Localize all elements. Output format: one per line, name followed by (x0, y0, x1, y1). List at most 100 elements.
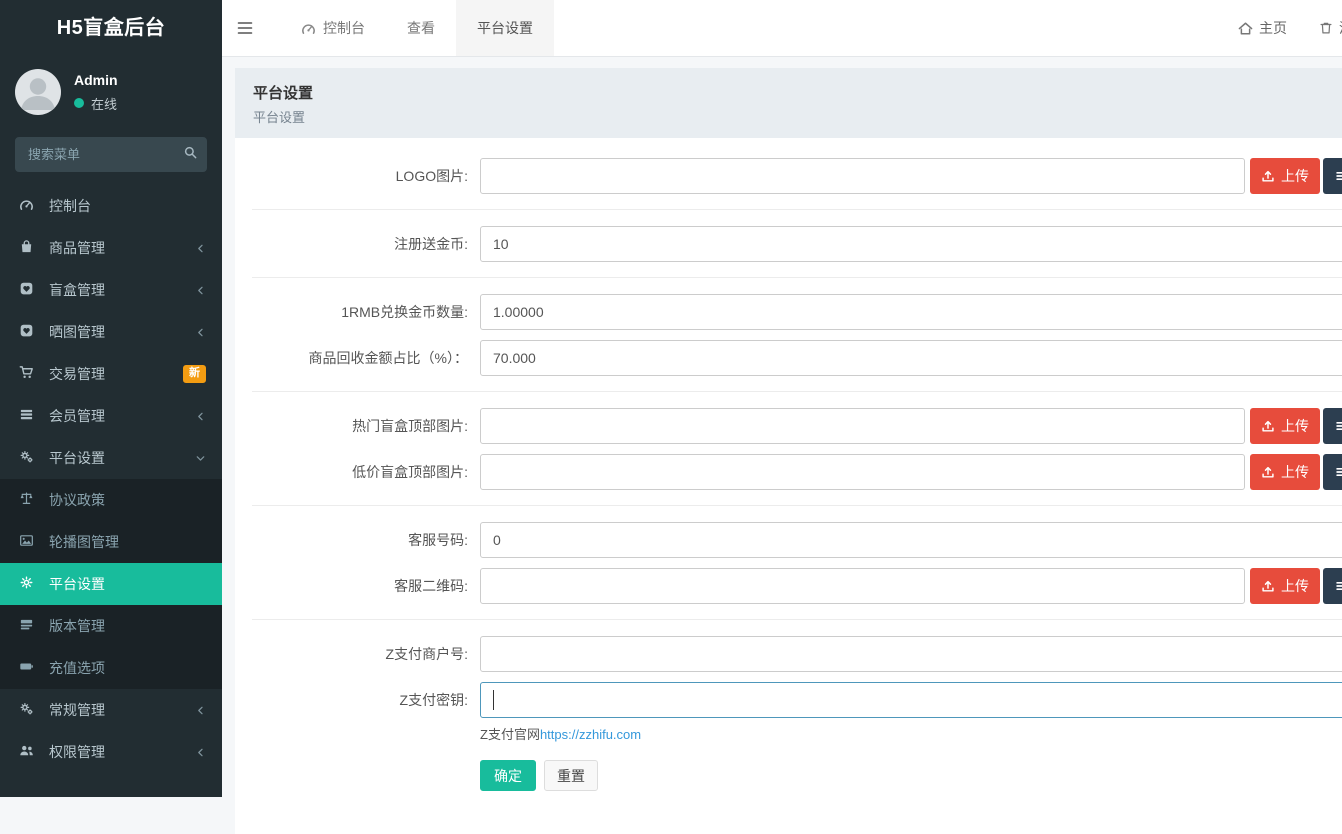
logo-image-input[interactable] (480, 158, 1245, 194)
sidebar-item-platform-settings[interactable]: 平台设置 (0, 563, 222, 605)
recycle-percent-input[interactable] (480, 340, 1342, 376)
users-icon (19, 743, 34, 758)
sidebar-item-label: 充值选项 (49, 658, 206, 678)
sidebar-item-recharge[interactable]: 充值选项 (0, 647, 222, 689)
topbar: 控制台查看平台设置 主页 清除缓存 (222, 0, 1342, 57)
service-number-input[interactable] (480, 522, 1342, 558)
clear-cache-link[interactable]: 清除缓存 (1319, 18, 1342, 38)
hot-box-image-input[interactable] (480, 408, 1245, 444)
choose-button[interactable]: 选择 (1323, 158, 1342, 194)
register-coins-input[interactable] (480, 226, 1342, 262)
field-label: 商品回收金额占比（%）： (252, 340, 480, 376)
box-heart-icon (19, 281, 34, 296)
cheap-box-image-input[interactable] (480, 454, 1245, 490)
tab-view[interactable]: 查看 (386, 0, 456, 56)
sidebar-item-blindbox[interactable]: 盲盒管理 (0, 269, 222, 311)
sidebar-submenu: 协议政策轮播图管理平台设置版本管理充值选项 (0, 479, 222, 689)
input-wrap (480, 294, 1342, 330)
recharge-icon (19, 659, 34, 674)
upload-button[interactable]: 上传 (1250, 408, 1320, 444)
main-content: 平台设置 平台设置 LOGO图片:上传选择注册送金币:1RMB兑换金币数量:商品… (222, 57, 1342, 797)
sidebar-item-banner[interactable]: 轮播图管理 (0, 521, 222, 563)
form-row-service-number: 客服号码: (252, 522, 1342, 558)
zpay-secret-input[interactable] (480, 682, 1342, 718)
chevron-left-icon (195, 747, 206, 758)
upload-icon (1261, 465, 1275, 479)
form-row-rmb-coin-rate: 1RMB兑换金币数量: (252, 294, 1342, 330)
trash-icon (1319, 21, 1333, 35)
sidebar-item-dashboard[interactable]: 控制台 (0, 185, 222, 227)
input-wrap (480, 522, 1342, 558)
search-input[interactable] (15, 137, 207, 172)
image-icon (19, 533, 34, 548)
rmb-coin-rate-input[interactable] (480, 294, 1342, 330)
service-qrcode-input[interactable] (480, 568, 1245, 604)
cogs-icon (19, 449, 34, 464)
topbar-tabs: 控制台查看平台设置 (280, 0, 554, 56)
field-label: 客服号码: (252, 522, 480, 558)
chevron-left-icon (195, 327, 206, 338)
input-wrap (480, 340, 1342, 376)
sidebar-item-members[interactable]: 会员管理 (0, 395, 222, 437)
upload-button[interactable]: 上传 (1250, 454, 1320, 490)
sidebar-item-platform[interactable]: 平台设置 (0, 437, 222, 479)
submit-button[interactable]: 确定 (480, 760, 536, 791)
user-name: Admin (74, 72, 118, 88)
menu-lines-icon (1335, 465, 1342, 479)
new-badge: 新 (183, 365, 206, 382)
sidebar: H5盲盒后台 Admin 在线 控制台商品管理盲盒管理晒图管理交易管理新会员管理… (0, 0, 222, 797)
tab-dashboard[interactable]: 控制台 (280, 0, 386, 56)
menu-lines-icon (1335, 169, 1342, 183)
upload-button-label: 上传 (1281, 462, 1309, 482)
chevron-left-icon (195, 411, 206, 422)
text-caret (493, 690, 494, 710)
sidebar-item-photos[interactable]: 晒图管理 (0, 311, 222, 353)
sidebar-item-label: 常规管理 (49, 700, 195, 720)
sidebar-item-label: 轮播图管理 (49, 532, 206, 552)
avatar (15, 69, 61, 115)
upload-button[interactable]: 上传 (1250, 568, 1320, 604)
choose-button[interactable]: 选择 (1323, 454, 1342, 490)
form-row-hot-box-image: 热门盲盒顶部图片: 上传选择 (252, 408, 1342, 444)
field-label: 热门盲盒顶部图片: (252, 408, 480, 444)
form-row-cheap-box-image: 低价盲盒顶部图片: 上传选择 (252, 454, 1342, 490)
sidebar-item-policy[interactable]: 协议政策 (0, 479, 222, 521)
chevron-left-icon (195, 705, 206, 716)
upload-button[interactable]: 上传 (1250, 158, 1320, 194)
sidebar-item-trade[interactable]: 交易管理新 (0, 353, 222, 395)
sidebar-item-versions[interactable]: 版本管理 (0, 605, 222, 647)
zpay-link[interactable]: https://zzhifu.com (540, 727, 641, 742)
input-wrap (480, 408, 1245, 444)
versions-icon (19, 617, 34, 632)
sidebar-item-label: 商品管理 (49, 238, 195, 258)
user-panel: Admin 在线 (0, 57, 222, 125)
sidebar-item-permissions[interactable]: 权限管理 (0, 731, 222, 773)
sidebar-item-general[interactable]: 常规管理 (0, 689, 222, 731)
menu-lines-icon (1335, 579, 1342, 593)
topbar-right: 主页 清除缓存 (1238, 0, 1342, 56)
upload-icon (1261, 579, 1275, 593)
home-link[interactable]: 主页 (1238, 18, 1287, 38)
form-row-recycle-percent: 商品回收金额占比（%）： (252, 340, 1342, 376)
input-wrap (480, 454, 1245, 490)
list-rows-icon (19, 407, 34, 422)
choose-button[interactable]: 选择 (1323, 408, 1342, 444)
choose-button[interactable]: 选择 (1323, 568, 1342, 604)
hamburger-icon[interactable] (222, 0, 268, 56)
field-label: 1RMB兑换金币数量: (252, 294, 480, 330)
zpay-merchant-input[interactable] (480, 636, 1342, 672)
field-label: Z支付密钥: (252, 682, 480, 718)
reset-button[interactable]: 重置 (544, 760, 598, 791)
home-label: 主页 (1259, 18, 1287, 38)
form-group: 1RMB兑换金币数量: 商品回收金额占比（%）： (252, 278, 1342, 392)
sidebar-item-goods[interactable]: 商品管理 (0, 227, 222, 269)
search-icon[interactable] (183, 145, 198, 160)
form-row-logo-image: LOGO图片:上传选择 (252, 158, 1342, 194)
field-label: 低价盲盒顶部图片: (252, 454, 480, 490)
tab-platform-settings[interactable]: 平台设置 (456, 0, 554, 56)
person-icon (15, 69, 61, 115)
form-row-register-coins: 注册送金币: (252, 226, 1342, 262)
sidebar-item-label: 晒图管理 (49, 322, 195, 342)
sidebar-item-label: 会员管理 (49, 406, 195, 426)
sidebar-item-label: 版本管理 (49, 616, 206, 636)
